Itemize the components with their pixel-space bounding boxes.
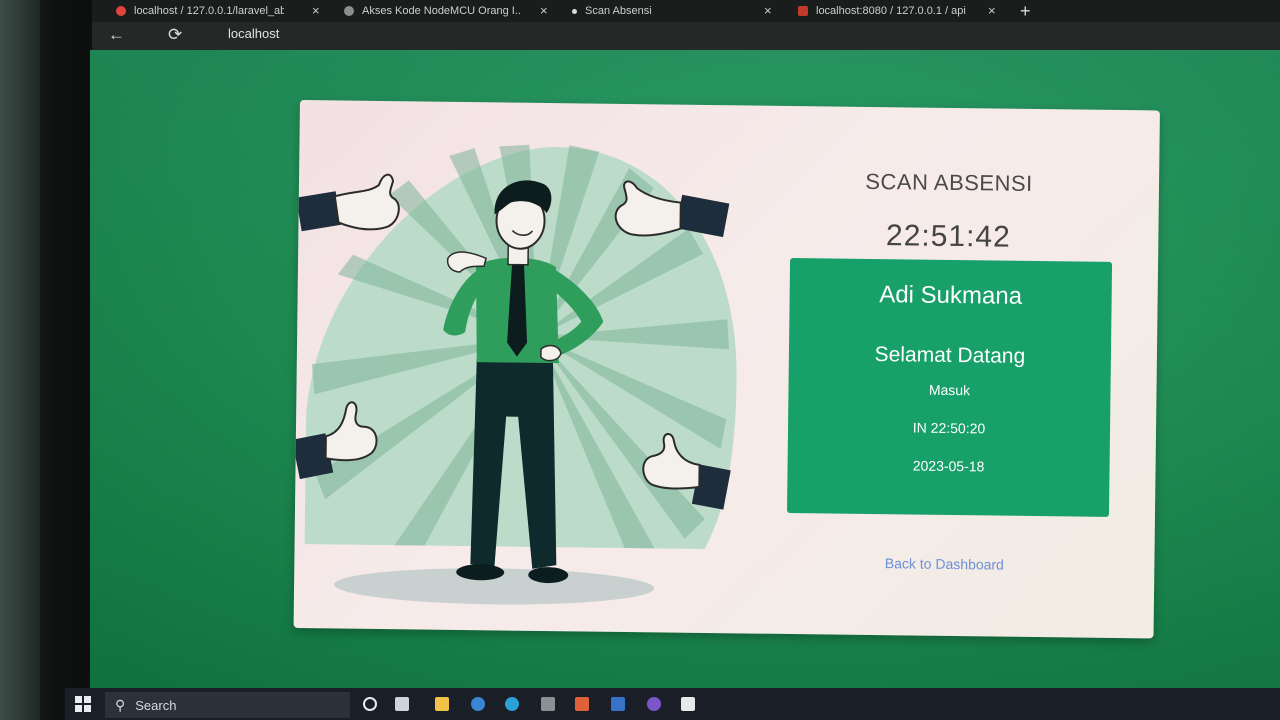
back-arrow-icon[interactable]: ← — [108, 22, 125, 48]
attendance-date: 2023-05-18 — [912, 457, 985, 475]
attendance-status: Masuk — [928, 381, 971, 399]
tab-akses-kode[interactable]: Akses Kode NodeMCU Orang I... × — [344, 0, 552, 22]
attendance-info-box: Adi Sukmana Selamat Datang Masuk IN 22:5… — [786, 257, 1113, 517]
media-icon[interactable] — [471, 697, 485, 711]
edge-icon[interactable] — [505, 697, 519, 711]
close-icon[interactable]: × — [312, 3, 320, 18]
illustration-thumbs-up-man — [293, 144, 737, 605]
tab-label: localhost / 127.0.0.1/laravel_absensi/pu… — [134, 5, 284, 17]
taskbar-search-box[interactable]: ⚲ Search — [105, 692, 350, 718]
windows-start-icon[interactable] — [75, 696, 91, 712]
close-icon[interactable]: × — [764, 3, 772, 18]
search-icon: ⚲ — [115, 696, 126, 713]
windows-taskbar: ⚲ Search — [65, 688, 1280, 720]
back-to-dashboard-link[interactable]: Back to Dashboard — [774, 554, 1114, 574]
app-icon-2[interactable] — [647, 697, 661, 711]
cortana-icon[interactable] — [363, 697, 377, 711]
tab-phpmyadmin[interactable]: localhost:8080 / 127.0.0.1 / api × — [798, 0, 1004, 22]
tab-label: Scan Absensi — [585, 5, 652, 17]
monitor-bezel-edge — [0, 0, 40, 720]
vscode-icon[interactable] — [611, 697, 625, 711]
app-icon-3[interactable] — [681, 697, 695, 711]
tab-scan-absensi[interactable]: Scan Absensi × — [572, 0, 772, 22]
favicon-icon — [572, 8, 577, 14]
favicon-icon — [116, 6, 126, 16]
scan-panel: SCAN ABSENSI 22:51:42 Adi Sukmana Selama… — [774, 106, 1120, 638]
store-icon[interactable] — [575, 697, 589, 711]
tab-label: localhost:8080 / 127.0.0.1 / api — [816, 5, 966, 17]
scan-card: SCAN ABSENSI 22:51:42 Adi Sukmana Selama… — [293, 100, 1160, 639]
reload-icon[interactable]: ⟳ — [168, 22, 182, 48]
check-in-time: IN 22:50:20 — [912, 419, 986, 437]
new-tab-button[interactable]: + — [1020, 0, 1031, 22]
address-bar[interactable]: localhost — [228, 26, 279, 41]
employee-name: Adi Sukmana — [879, 281, 1023, 310]
tab-laravel-absensi[interactable]: localhost / 127.0.0.1/laravel_absensi/pu… — [116, 0, 326, 22]
close-icon[interactable]: × — [540, 3, 548, 18]
tab-label: Akses Kode NodeMCU Orang I... — [362, 5, 522, 17]
photo-frame: localhost / 127.0.0.1/laravel_absensi/pu… — [0, 0, 1280, 720]
app-icon[interactable] — [541, 697, 555, 711]
thumbs-up-hand-top-right — [614, 180, 730, 238]
close-icon[interactable]: × — [988, 3, 996, 18]
file-explorer-icon[interactable] — [435, 697, 449, 711]
favicon-icon — [344, 6, 354, 16]
task-view-icon[interactable] — [395, 697, 409, 711]
taskbar-search-label: Search — [135, 697, 177, 713]
thumbs-up-hand-top-left — [296, 173, 400, 232]
clock-display: 22:51:42 — [885, 219, 1011, 254]
page-viewport: SCAN ABSENSI 22:51:42 Adi Sukmana Selama… — [90, 50, 1280, 690]
page-title: SCAN ABSENSI — [865, 168, 1033, 196]
tab-strip: localhost / 127.0.0.1/laravel_absensi/pu… — [92, 0, 1280, 22]
favicon-icon — [798, 6, 808, 16]
welcome-message: Selamat Datang — [874, 343, 1026, 368]
